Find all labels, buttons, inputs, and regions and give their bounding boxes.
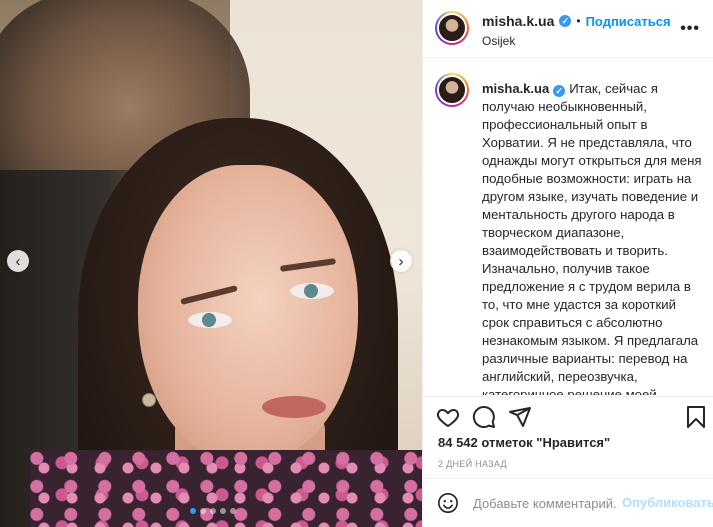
chevron-right-icon: › xyxy=(398,252,404,270)
separator-dot: • xyxy=(576,14,581,28)
comment-button[interactable] xyxy=(472,405,498,431)
comment-input[interactable] xyxy=(473,493,618,513)
caption-body: Итак, сейчас я получаю необыкновенный, п… xyxy=(482,81,702,395)
post-timestamp[interactable]: 2 ДНЕЙ НАЗАД xyxy=(438,459,507,469)
avatar[interactable] xyxy=(435,11,469,45)
heart-icon xyxy=(436,409,460,427)
post-header: misha.k.ua ✓ • Подписаться Osijek ••• xyxy=(423,0,713,58)
post-username[interactable]: misha.k.ua xyxy=(482,13,554,29)
photo-eye-left xyxy=(188,312,232,328)
carousel-dot xyxy=(220,508,226,514)
post-location[interactable]: Osijek xyxy=(482,34,515,48)
comment-form: Опубликовать xyxy=(423,478,713,527)
carousel-dot xyxy=(210,508,216,514)
more-options-icon[interactable]: ••• xyxy=(680,20,700,38)
post-photo[interactable]: ‹ › xyxy=(0,0,422,527)
post-side-panel: misha.k.ua ✓ • Подписаться Osijek ••• mi… xyxy=(422,0,713,527)
carousel-next-button[interactable]: › xyxy=(390,250,412,272)
action-bar xyxy=(423,396,713,436)
photo-earring xyxy=(142,393,156,407)
emoji-icon[interactable] xyxy=(437,492,459,514)
carousel-dot xyxy=(230,508,236,514)
caption-username[interactable]: misha.k.ua xyxy=(482,81,549,96)
carousel-dot xyxy=(190,508,196,514)
caption-avatar[interactable] xyxy=(435,73,469,107)
follow-button[interactable]: Подписаться xyxy=(586,14,671,29)
caption-area: misha.k.ua ✓ Итак, сейчас я получаю необык… xyxy=(423,59,713,395)
photo-lips xyxy=(262,396,326,418)
verified-badge-icon: ✓ xyxy=(553,85,566,97)
share-button[interactable] xyxy=(508,405,534,431)
verified-badge-icon: ✓ xyxy=(559,15,572,27)
bookmark-icon xyxy=(687,406,705,428)
publish-button[interactable]: Опубликовать xyxy=(622,495,713,510)
chevron-left-icon: ‹ xyxy=(15,252,21,270)
caption-text: misha.k.ua ✓ Итак, сейчас я получаю необык… xyxy=(482,80,702,395)
carousel-indicator xyxy=(190,508,236,514)
like-button[interactable] xyxy=(436,405,462,431)
photo-eye-right xyxy=(290,283,334,299)
comment-icon xyxy=(472,406,495,429)
save-button[interactable] xyxy=(684,405,710,431)
paper-plane-icon xyxy=(509,407,531,427)
photo-woman-face xyxy=(138,165,358,465)
carousel-dot xyxy=(200,508,206,514)
likes-count[interactable]: 84 542 отметок "Нравится" xyxy=(438,435,610,450)
carousel-prev-button[interactable]: ‹ xyxy=(7,250,29,272)
photo-dress xyxy=(30,450,422,527)
